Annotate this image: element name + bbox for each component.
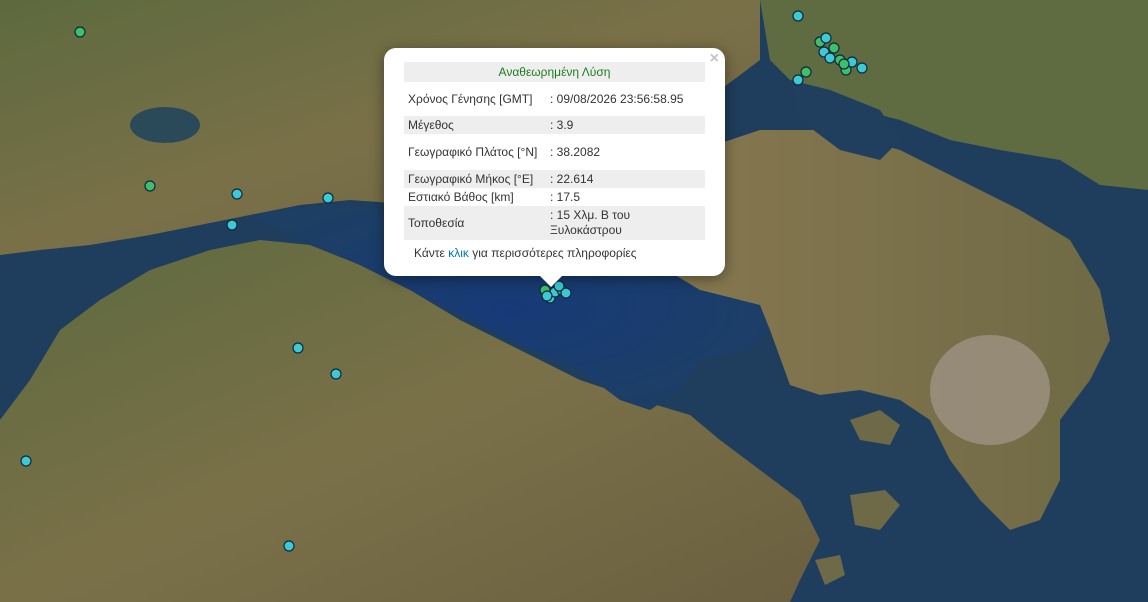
depth-label: Εστιακό Βάθος [km]: [408, 189, 514, 204]
latitude-value: : 38.2082: [550, 144, 601, 159]
magnitude-value: : 3.9: [546, 116, 705, 134]
longitude-value: : 22.614: [546, 170, 705, 188]
magnitude-label: Μέγεθος: [404, 116, 546, 134]
popup-title: Αναθεωρημένη Λύση: [404, 62, 705, 82]
earthquake-marker[interactable]: [292, 342, 304, 354]
earthquake-marker[interactable]: [541, 290, 553, 302]
more-info-prefix: Κάντε: [414, 246, 445, 260]
earthquake-marker[interactable]: [792, 10, 804, 22]
location-value: : 15 Χλμ. Β του Ξυλοκάστρου: [546, 206, 705, 240]
earthquake-info-table: Αναθεωρημένη Λύση Χρόνος Γένησης [GMT] : …: [404, 62, 705, 240]
earthquake-marker[interactable]: [231, 188, 243, 200]
earthquake-marker[interactable]: [824, 52, 836, 64]
depth-value: : 17.5: [550, 189, 581, 204]
more-info-link[interactable]: κλικ: [448, 246, 469, 260]
popup-tip: [538, 274, 564, 287]
more-info-text: Κάντε κλικ για περισσότερες πληροφορίες: [414, 246, 637, 260]
earthquake-marker[interactable]: [838, 58, 850, 70]
earthquake-marker[interactable]: [828, 42, 840, 54]
location-label: Τοποθεσία: [404, 206, 546, 240]
close-icon[interactable]: ×: [710, 50, 719, 68]
earthquake-marker[interactable]: [74, 26, 86, 38]
earthquake-marker[interactable]: [20, 455, 32, 467]
earthquake-marker[interactable]: [856, 62, 868, 74]
earthquake-marker[interactable]: [283, 540, 295, 552]
athens-urban: [930, 335, 1050, 445]
earthquake-marker[interactable]: [144, 180, 156, 192]
earthquake-marker[interactable]: [226, 219, 238, 231]
latitude-label: Γεωγραφικό Πλάτος [°N]: [408, 144, 538, 159]
lake: [130, 107, 200, 143]
earthquake-marker[interactable]: [330, 368, 342, 380]
origin-time-value: : 09/08/2026 23:56:58.95: [550, 91, 684, 106]
earthquake-marker[interactable]: [820, 32, 832, 44]
earthquake-marker[interactable]: [322, 192, 334, 204]
earthquake-popup: × Αναθεωρημένη Λύση Χρόνος Γένησης [GMT]…: [384, 48, 725, 276]
earthquake-marker[interactable]: [792, 74, 804, 86]
more-info-suffix: για περισσότερες πληροφορίες: [472, 246, 637, 260]
longitude-label: Γεωγραφικό Μήκος [°E]: [404, 170, 546, 188]
origin-time-label: Χρόνος Γένησης [GMT]: [408, 91, 533, 106]
earthquake-marker[interactable]: [800, 66, 812, 78]
